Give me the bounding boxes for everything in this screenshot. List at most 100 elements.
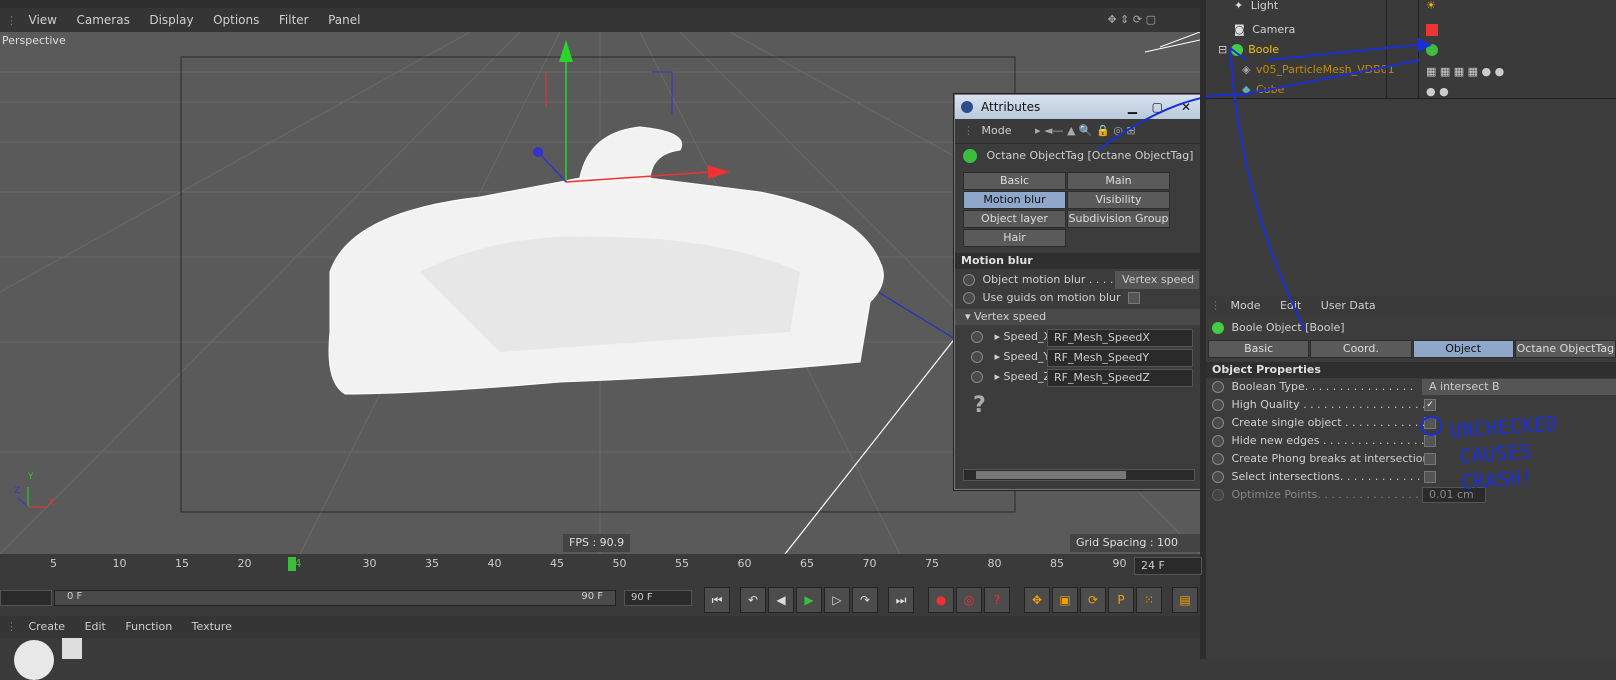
animate-radio[interactable] — [1212, 381, 1224, 393]
object-cube[interactable]: Cube — [1256, 83, 1284, 96]
animate-radio[interactable] — [963, 292, 975, 304]
object-particle-mesh[interactable]: v05_ParticleMesh_VDB01 — [1256, 63, 1395, 76]
animate-radio[interactable] — [1212, 399, 1224, 411]
material-tags-icons[interactable]: ▦ ▦ ▦ ▦ ● ● — [1426, 62, 1504, 82]
animate-radio[interactable] — [1212, 453, 1224, 465]
animate-radio[interactable] — [1212, 435, 1224, 447]
animate-radio[interactable] — [1212, 417, 1224, 429]
octane-tag-icon[interactable] — [1426, 44, 1438, 56]
animate-radio[interactable] — [963, 274, 975, 286]
use-guids-checkbox[interactable] — [1128, 292, 1141, 304]
menu-panel[interactable]: Panel — [328, 8, 360, 32]
range-slider[interactable]: 0 F 90 F — [54, 590, 616, 606]
tab-motion-blur[interactable]: Motion blur — [963, 191, 1066, 209]
collapse-triangle-icon[interactable]: ▾ — [965, 310, 971, 323]
animate-radio[interactable] — [1212, 489, 1224, 501]
attributes-titlebar[interactable]: Attributes ▁ ▢ ✕ — [955, 95, 1201, 119]
cube-tags-icons[interactable]: ● ● — [1426, 82, 1449, 102]
min-frame-field[interactable] — [0, 590, 52, 606]
high-quality-checkbox[interactable]: ✓ — [1424, 399, 1436, 411]
props-tab-object[interactable]: Object — [1412, 340, 1514, 358]
menu-texture[interactable]: Texture — [192, 616, 232, 638]
keyframe-selection-icon[interactable]: ? — [984, 587, 1010, 613]
gizmo-z-handle[interactable] — [533, 147, 543, 157]
menu-create[interactable]: Create — [29, 616, 66, 638]
light-tag-icon[interactable]: ☀ — [1426, 0, 1436, 16]
expand-triangle-icon[interactable]: ▸ — [995, 370, 1001, 383]
pla-key-icon[interactable]: ⁙ — [1136, 587, 1162, 613]
move-key-icon[interactable]: ✥ — [1024, 587, 1050, 613]
autokey-icon[interactable]: ◎ — [956, 587, 982, 613]
gizmo-y-arrow[interactable] — [559, 40, 573, 62]
go-to-end-icon[interactable]: ⏭ — [888, 587, 914, 613]
props-menu-user-data[interactable]: User Data — [1321, 296, 1376, 316]
next-frame-icon[interactable]: ▷ — [824, 587, 850, 613]
tab-main[interactable]: Main — [1067, 172, 1170, 190]
menu-view[interactable]: View — [29, 8, 57, 32]
props-menu-mode[interactable]: Mode — [1231, 296, 1261, 316]
param-key-icon[interactable]: P — [1108, 587, 1134, 613]
attributes-mode-menu[interactable]: Mode — [982, 124, 1012, 137]
current-frame-field[interactable]: 24 F — [1134, 557, 1202, 575]
scale-key-icon[interactable]: ▣ — [1052, 587, 1078, 613]
play-icon[interactable]: ▶ — [796, 587, 822, 613]
expand-boole-icon[interactable]: ⊟ — [1218, 43, 1227, 56]
horizontal-scrollbar[interactable] — [963, 469, 1195, 481]
previous-frame-icon[interactable]: ◀ — [768, 587, 794, 613]
props-menu-edit[interactable]: Edit — [1280, 296, 1301, 316]
maximize-icon[interactable]: ▢ — [1152, 95, 1163, 119]
rotate-key-icon[interactable]: ⟳ — [1080, 587, 1106, 613]
tab-object-layer[interactable]: Object layer — [963, 210, 1066, 228]
speed-x-field[interactable]: RF_Mesh_SpeedX — [1047, 329, 1193, 347]
boolean-type-dropdown[interactable]: A intersect B — [1422, 379, 1616, 395]
menu-display[interactable]: Display — [149, 8, 193, 32]
menu-options[interactable]: Options — [213, 8, 259, 32]
hide-new-edges-checkbox[interactable] — [1424, 435, 1436, 447]
go-to-start-icon[interactable]: ⏮ — [704, 587, 730, 613]
viewport-nav-icons[interactable]: ✥ ⇕ ⟳ ▢ — [1107, 8, 1156, 32]
scrollbar-thumb[interactable] — [976, 471, 1126, 479]
props-tab-octane[interactable]: Octane ObjectTag — [1514, 340, 1616, 358]
tab-visibility[interactable]: Visibility — [1067, 191, 1170, 209]
material-preview-icon[interactable] — [62, 638, 82, 659]
timeline-icon[interactable]: ▤ — [1172, 587, 1198, 613]
menu-cameras[interactable]: Cameras — [76, 8, 129, 32]
speed-y-field[interactable]: RF_Mesh_SpeedY — [1047, 349, 1193, 367]
select-intersections-checkbox[interactable] — [1424, 471, 1436, 483]
tab-basic[interactable]: Basic — [963, 172, 1066, 190]
expand-triangle-icon[interactable]: ▸ — [995, 330, 1001, 343]
timeline-ruler[interactable]: 51015202430354045505560657075808590 24 F — [0, 554, 1202, 576]
object-light[interactable]: Light — [1251, 0, 1278, 12]
tab-subdivision-group[interactable]: Subdivision Group — [1067, 210, 1170, 228]
camera-tag-icon[interactable] — [1426, 24, 1438, 36]
minimize-icon[interactable]: ▁ — [1128, 95, 1137, 119]
animate-radio[interactable] — [971, 351, 983, 363]
props-tab-basic[interactable]: Basic — [1208, 340, 1310, 358]
expand-triangle-icon[interactable]: ▸ — [995, 350, 1001, 363]
close-icon[interactable]: ✕ — [1181, 95, 1191, 119]
object-camera[interactable]: Camera — [1252, 23, 1295, 36]
help-icon[interactable]: ? — [955, 393, 1201, 418]
attributes-window[interactable]: Attributes ▁ ▢ ✕ ⋮ Mode ▸ ◄— ▲ 🔍 🔒 ◎ ⊞ O… — [954, 94, 1202, 490]
material-preview-icon[interactable] — [14, 640, 54, 680]
next-key-icon[interactable]: ↷ — [852, 587, 878, 613]
playhead[interactable] — [288, 557, 296, 571]
menu-filter[interactable]: Filter — [279, 8, 309, 32]
tab-hair[interactable]: Hair — [963, 229, 1066, 247]
props-tab-coord[interactable]: Coord. — [1310, 340, 1412, 358]
animate-radio[interactable] — [971, 371, 983, 383]
gizmo-z-axis[interactable] — [537, 151, 567, 183]
animate-radio[interactable] — [971, 331, 983, 343]
gizmo-x-arrow[interactable] — [708, 165, 730, 179]
speed-z-field[interactable]: RF_Mesh_SpeedZ — [1047, 369, 1193, 387]
attributes-toolbar-icons[interactable]: ▸ ◄— ▲ 🔍 🔒 ◎ ⊞ — [1035, 119, 1136, 143]
object-motion-blur-dropdown[interactable]: Vertex speed — [1115, 271, 1199, 289]
animate-radio[interactable] — [1212, 471, 1224, 483]
object-boole[interactable]: Boole — [1248, 43, 1279, 56]
phong-breaks-checkbox[interactable] — [1424, 453, 1436, 465]
vertex-speed-group[interactable]: Vertex speed — [974, 310, 1046, 323]
record-icon[interactable]: ● — [928, 587, 954, 613]
previous-key-icon[interactable]: ↶ — [740, 587, 766, 613]
menu-function[interactable]: Function — [125, 616, 172, 638]
menu-edit[interactable]: Edit — [85, 616, 106, 638]
